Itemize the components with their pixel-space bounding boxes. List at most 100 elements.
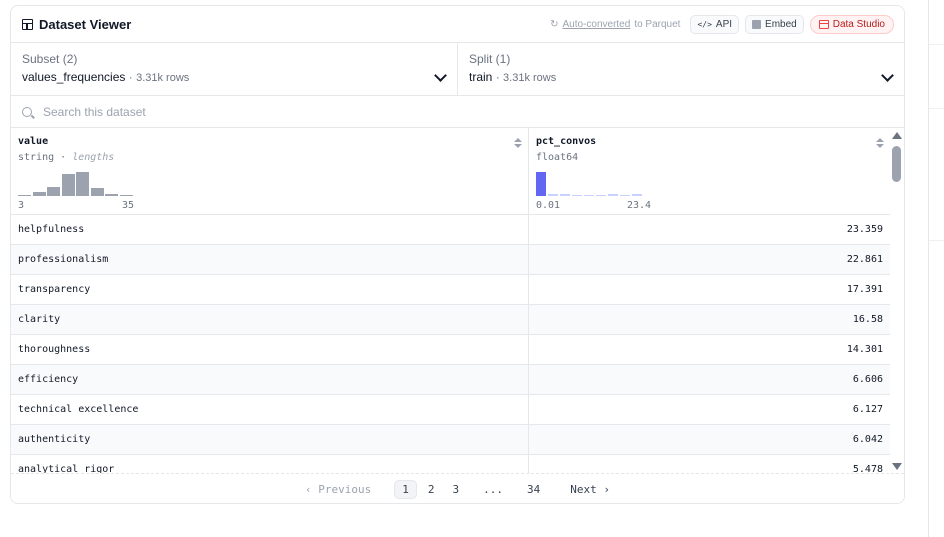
histogram-bar[interactable] [596, 195, 606, 196]
page-divider [928, 0, 929, 537]
page-1-button[interactable]: 1 [394, 479, 417, 499]
cell-pct-convos[interactable]: 22.861 [529, 245, 890, 274]
api-label: API [715, 18, 733, 30]
data-table: value string · lengths 3 35 pct_convos f… [11, 128, 890, 485]
cell-value[interactable]: helpfulness [11, 215, 529, 244]
subset-value: values_frequencies · 3.31k rows [22, 70, 447, 84]
parquet-info: ↻ Auto-converted to Parquet [550, 19, 680, 30]
histogram-bar[interactable] [548, 194, 558, 196]
cell-pct-convos[interactable]: 17.391 [529, 275, 890, 304]
cell-value[interactable]: clarity [11, 305, 529, 334]
pagination: ‹ Previous 1 2 3 ... 34 Next › [11, 473, 904, 503]
split-rows: 3.31k rows [503, 72, 557, 84]
cell-pct-convos[interactable]: 16.58 [529, 305, 890, 334]
cell-value[interactable]: technical excellence [11, 395, 529, 424]
split-name: train [469, 70, 493, 84]
viewer-title-text: Dataset Viewer [39, 16, 132, 32]
split-dropdown[interactable]: Split (1) train · 3.31k rows [457, 43, 904, 95]
column-name: pct_convos [536, 136, 597, 147]
page-ellipsis: ... [483, 482, 503, 496]
auto-converted-link[interactable]: Auto-converted [562, 19, 630, 30]
table-row[interactable]: transparency 17.391 [11, 275, 890, 305]
histogram-bar[interactable] [536, 172, 546, 196]
column-name: value [18, 136, 49, 147]
sort-icon[interactable] [514, 138, 522, 148]
embed-button[interactable]: Embed [745, 14, 804, 34]
scroll-thumb[interactable] [892, 146, 901, 182]
page-34-button[interactable]: 34 [520, 480, 547, 499]
separator-dot: · [128, 70, 133, 84]
viewer-header: Dataset Viewer ↻ Auto-converted to Parqu… [11, 6, 904, 43]
embed-label: Embed [765, 18, 797, 30]
page-divider-tick [929, 108, 944, 109]
table-row[interactable]: authenticity 6.042 [11, 425, 890, 455]
histogram-bar[interactable] [560, 194, 570, 196]
histogram-bar[interactable] [32, 192, 46, 196]
sort-icon[interactable] [876, 138, 884, 148]
cell-pct-convos[interactable]: 6.127 [529, 395, 890, 424]
page-2-button[interactable]: 2 [421, 480, 442, 499]
previous-page-button[interactable]: ‹ Previous [298, 480, 378, 499]
histogram-bar[interactable] [620, 195, 630, 196]
cell-pct-convos[interactable]: 6.606 [529, 365, 890, 394]
histogram-bar[interactable] [584, 195, 594, 196]
histogram-bar[interactable] [18, 195, 31, 196]
code-icon: </> [697, 19, 712, 29]
histogram-bar[interactable] [90, 188, 104, 196]
column-dtype: string [18, 152, 55, 163]
table-row[interactable]: clarity 16.58 [11, 305, 890, 335]
histogram-bar[interactable] [119, 195, 133, 196]
page-divider-tick [929, 240, 944, 241]
data-studio-button[interactable]: Data Studio [809, 14, 894, 34]
histogram-bar[interactable] [61, 174, 75, 196]
table-icon [22, 18, 33, 30]
cell-value[interactable]: transparency [11, 275, 529, 304]
axis-max: 23.4 [627, 200, 652, 211]
cell-value[interactable]: professionalism [11, 245, 529, 274]
column-header-value[interactable]: value string · lengths 3 35 [11, 128, 529, 214]
column-type: float64 [536, 152, 579, 163]
api-button[interactable]: </> API [690, 14, 740, 34]
table-body: helpfulness 23.359 professionalism 22.861 tr… [11, 215, 890, 485]
cell-pct-convos[interactable]: 23.359 [529, 215, 890, 244]
table-row[interactable]: technical excellence 6.127 [11, 395, 890, 425]
cell-pct-convos[interactable]: 14.301 [529, 335, 890, 364]
data-studio-label: Data Studio [832, 18, 885, 30]
table-row[interactable]: thoroughness 14.301 [11, 335, 890, 365]
histogram-bar[interactable] [608, 194, 618, 196]
embed-icon [752, 19, 762, 29]
cell-pct-convos[interactable]: 6.042 [529, 425, 890, 454]
next-page-button[interactable]: Next › [563, 480, 617, 499]
subset-name: values_frequencies [22, 70, 126, 84]
subset-rows: 3.31k rows [136, 72, 190, 84]
page-3-button[interactable]: 3 [445, 480, 466, 499]
refresh-icon: ↻ [550, 18, 559, 30]
axis-min: 3 [18, 200, 25, 211]
histogram-bar[interactable] [572, 195, 582, 196]
column-header-pct-convos[interactable]: pct_convos float64 0.01 23.4 [529, 128, 890, 214]
subset-split-selectors: Subset (2) values_frequencies · 3.31k ro… [11, 43, 904, 96]
histogram-bar[interactable] [105, 194, 118, 196]
cell-value[interactable]: thoroughness [11, 335, 529, 364]
scroll-down-icon[interactable] [892, 463, 902, 470]
scroll-up-icon[interactable] [892, 132, 902, 139]
histogram-bar[interactable] [632, 194, 642, 196]
cell-value[interactable]: efficiency [11, 365, 529, 394]
table-row[interactable]: helpfulness 23.359 [11, 215, 890, 245]
table-scrollbar[interactable] [890, 128, 904, 473]
histogram-bar[interactable] [76, 172, 89, 196]
page-divider-tick [929, 44, 944, 45]
search-input[interactable] [43, 104, 643, 119]
cell-value[interactable]: authenticity [11, 425, 529, 454]
axis-min: 0.01 [536, 200, 561, 211]
table-row[interactable]: professionalism 22.861 [11, 245, 890, 275]
column-subtype: lengths [72, 152, 115, 163]
subset-dropdown[interactable]: Subset (2) values_frequencies · 3.31k ro… [11, 43, 457, 95]
header-actions: ↻ Auto-converted to Parquet </> API Embe… [550, 14, 894, 34]
histogram-bar[interactable] [47, 187, 60, 196]
subset-label: Subset (2) [22, 52, 78, 66]
separator-dot: · [495, 70, 500, 84]
table-row[interactable]: efficiency 6.606 [11, 365, 890, 395]
axis-max: 35 [122, 200, 135, 211]
split-label: Split (1) [469, 52, 511, 66]
